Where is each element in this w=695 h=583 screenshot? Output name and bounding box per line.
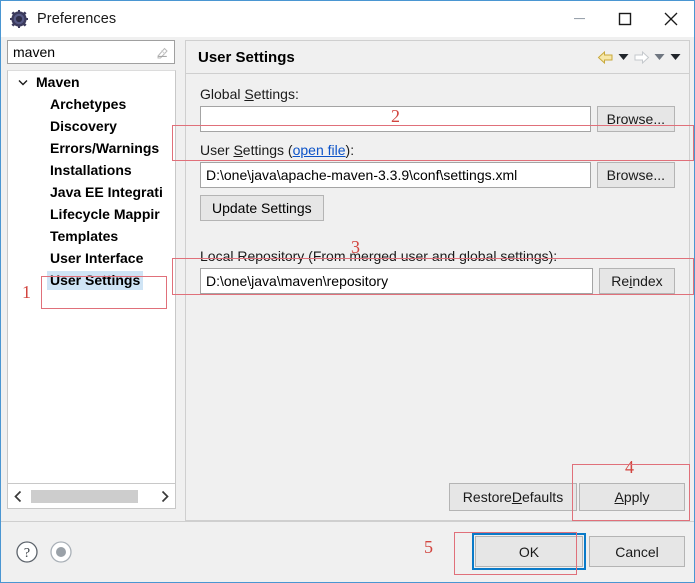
tree-item-templates[interactable]: Templates: [8, 225, 175, 247]
dialog-body: Maven Archetypes Discovery Errors/Warnin…: [1, 37, 694, 521]
close-icon: [664, 12, 678, 25]
help-circle-icon[interactable]: ?: [15, 540, 39, 564]
minimize-icon: [573, 18, 585, 20]
window-controls: [556, 1, 694, 36]
preferences-dialog: Preferences maven Maven Archetypes Disco…: [0, 0, 695, 583]
preferences-tree[interactable]: Maven Archetypes Discovery Errors/Warnin…: [7, 70, 176, 484]
tree-item-label: Installations: [50, 162, 132, 178]
panel-body: Global Settings: Browse... User Settings…: [172, 74, 694, 477]
page-title: User Settings: [198, 48, 295, 66]
annotation-number-1: 1: [22, 282, 31, 302]
local-repository-label: Local Repository (From merged user and g…: [200, 248, 558, 264]
svg-text:?: ?: [24, 546, 30, 561]
tree-item-label: Errors/Warnings: [50, 140, 160, 156]
tree-item-maven[interactable]: Maven: [8, 71, 175, 93]
settings-panel: User Settings Global Settings: Browse...…: [172, 40, 694, 477]
scrollbar-thumb[interactable]: [31, 489, 138, 503]
local-repository-block: Local Repository (From merged user and g…: [200, 248, 675, 294]
tree-item-errors-warnings[interactable]: Errors/Warnings: [8, 137, 175, 159]
local-repository-input[interactable]: D:\one\java\maven\repository: [200, 268, 593, 294]
minimize-button[interactable]: [556, 1, 602, 36]
annotation-number-3: 3: [351, 237, 360, 257]
title-bar: Preferences: [1, 1, 694, 37]
tree-item-label: Archetypes: [50, 96, 127, 112]
radio-circle-icon[interactable]: [49, 540, 73, 564]
forward-arrow-icon: [634, 50, 650, 64]
maximize-icon: [618, 12, 632, 25]
user-settings-label: User Settings (open file):: [200, 142, 355, 158]
tree-item-archetypes[interactable]: Archetypes: [8, 93, 175, 115]
forward-history-button[interactable]: [652, 47, 667, 67]
chevron-down-icon: [618, 54, 629, 60]
annotation-number-5: 5: [424, 537, 433, 557]
gear-icon: [10, 10, 28, 28]
apply-bar: Restore Defaults Apply: [185, 464, 690, 521]
tree-item-discovery[interactable]: Discovery: [8, 115, 175, 137]
clear-filter-icon[interactable]: [155, 45, 170, 60]
tree-item-java-ee-integration[interactable]: Java EE Integrati: [8, 181, 175, 203]
footer-icons: ?: [15, 540, 73, 564]
left-pane: Maven Archetypes Discovery Errors/Warnin…: [1, 37, 181, 521]
filter-search-box[interactable]: [7, 40, 175, 64]
chevron-down-icon: [670, 54, 681, 60]
tree-item-label: Discovery: [50, 118, 117, 134]
tree-item-label: Lifecycle Mappir: [50, 206, 160, 222]
update-settings-button[interactable]: Update Settings: [200, 195, 324, 221]
tree-item-label: User Settings: [47, 270, 144, 290]
tree-item-label: Maven: [36, 74, 80, 90]
tree-horizontal-scrollbar[interactable]: [7, 484, 176, 509]
search-input[interactable]: [8, 41, 174, 63]
back-history-button[interactable]: [616, 47, 631, 67]
tree-item-lifecycle-mappings[interactable]: Lifecycle Mappir: [8, 203, 175, 225]
footer-buttons: OK Cancel: [472, 533, 685, 570]
maximize-button[interactable]: [602, 1, 648, 36]
update-settings-row: Update Settings: [200, 195, 675, 221]
apply-button[interactable]: Apply: [579, 483, 685, 511]
global-settings-label: Global Settings:: [200, 86, 299, 102]
global-settings-row: Browse...: [200, 106, 675, 132]
cancel-button[interactable]: Cancel: [589, 536, 685, 567]
chevron-down-icon: [654, 54, 665, 60]
tree-item-user-settings[interactable]: User Settings: [8, 269, 175, 291]
annotation-number-2: 2: [391, 106, 400, 126]
global-settings-browse-button[interactable]: Browse...: [596, 106, 675, 132]
scroll-left-button[interactable]: [8, 485, 29, 508]
forward-button[interactable]: [632, 47, 651, 67]
user-settings-row: D:\one\java\apache-maven-3.3.9\conf\sett…: [200, 162, 675, 188]
panel-nav-icons: [596, 47, 683, 67]
reindex-button[interactable]: Re i ndex: [599, 268, 675, 294]
tree-item-user-interface[interactable]: User Interface: [8, 247, 175, 269]
tree-item-label: User Interface: [50, 250, 144, 266]
user-settings-input[interactable]: D:\one\java\apache-maven-3.3.9\conf\sett…: [200, 162, 591, 188]
ok-button[interactable]: OK: [472, 533, 586, 570]
open-file-link[interactable]: open file: [293, 142, 346, 158]
local-repository-row: D:\one\java\maven\repository Re i ndex: [200, 268, 675, 294]
chevron-left-icon: [14, 490, 22, 502]
right-pane: User Settings Global Settings: Browse...…: [172, 37, 694, 521]
back-arrow-icon: [597, 50, 613, 64]
user-settings-browse-button[interactable]: Browse...: [596, 162, 675, 188]
view-menu-button[interactable]: [668, 47, 683, 67]
back-button[interactable]: [596, 47, 615, 67]
tree-item-label: Java EE Integrati: [50, 184, 163, 200]
chevron-right-icon: [161, 490, 169, 502]
chevron-down-icon[interactable]: [16, 75, 30, 89]
scroll-right-button[interactable]: [154, 485, 175, 508]
dialog-footer: ? 5 OK Cancel: [1, 521, 694, 582]
close-button[interactable]: [648, 1, 694, 36]
tree-item-installations[interactable]: Installations: [8, 159, 175, 181]
restore-defaults-button[interactable]: Restore Defaults: [449, 483, 577, 511]
tree-item-label: Templates: [50, 228, 119, 244]
window-title: Preferences: [37, 11, 117, 27]
scrollbar-track[interactable]: [29, 485, 154, 508]
panel-header: User Settings: [186, 41, 689, 74]
